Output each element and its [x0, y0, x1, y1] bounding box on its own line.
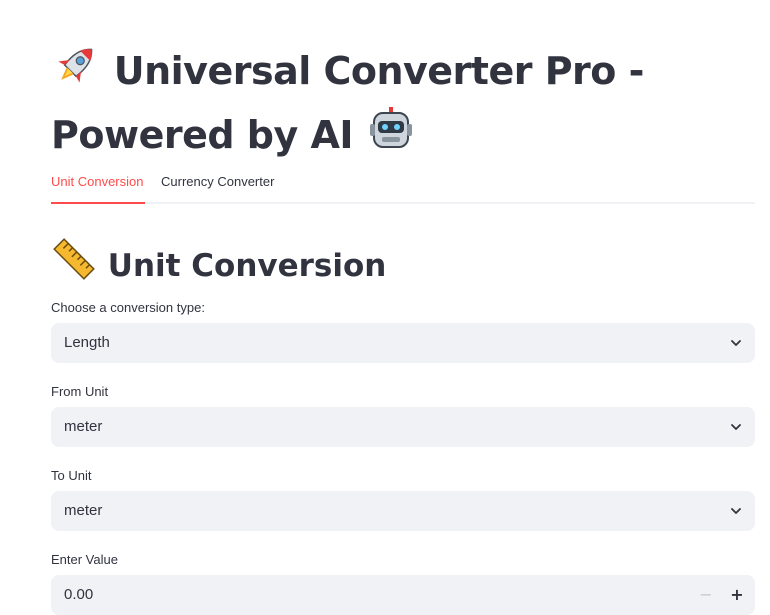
value-number-input[interactable]: 0.00 − +: [51, 575, 755, 615]
increment-button[interactable]: +: [727, 585, 747, 605]
chevron-down-icon: [731, 508, 741, 514]
ruler-icon: [51, 236, 97, 295]
tab-divider: [51, 202, 755, 204]
chevron-down-icon: [731, 424, 741, 430]
to-unit-select[interactable]: meter: [51, 491, 755, 531]
active-tab-indicator: [51, 202, 145, 204]
conversion-type-select[interactable]: Length: [51, 323, 755, 363]
to-unit-label: To Unit: [51, 468, 92, 483]
tab-unit-conversion[interactable]: Unit Conversion: [51, 174, 144, 189]
decrement-button[interactable]: −: [696, 585, 716, 605]
to-unit-value: meter: [64, 502, 103, 519]
robot-icon: [366, 104, 416, 168]
title-line-1: Universal Converter Pro -: [113, 49, 645, 93]
tab-list: Unit Conversion Currency Converter: [51, 170, 755, 204]
from-unit-select[interactable]: meter: [51, 407, 755, 447]
section-title-text: Unit Conversion: [107, 248, 387, 284]
page-title: Universal Converter Pro - Powered by AI: [51, 40, 755, 168]
value-input-text[interactable]: 0.00: [64, 586, 93, 603]
conversion-type-label: Choose a conversion type:: [51, 300, 205, 315]
conversion-type-value: Length: [64, 334, 110, 351]
from-unit-value: meter: [64, 418, 103, 435]
tab-currency-converter[interactable]: Currency Converter: [161, 174, 274, 189]
value-input-label: Enter Value: [51, 552, 118, 567]
section-title: Unit Conversion: [51, 236, 386, 295]
from-unit-label: From Unit: [51, 384, 109, 399]
title-line-2: Powered by AI: [51, 113, 354, 157]
rocket-icon: [51, 40, 101, 104]
chevron-down-icon: [731, 340, 741, 346]
